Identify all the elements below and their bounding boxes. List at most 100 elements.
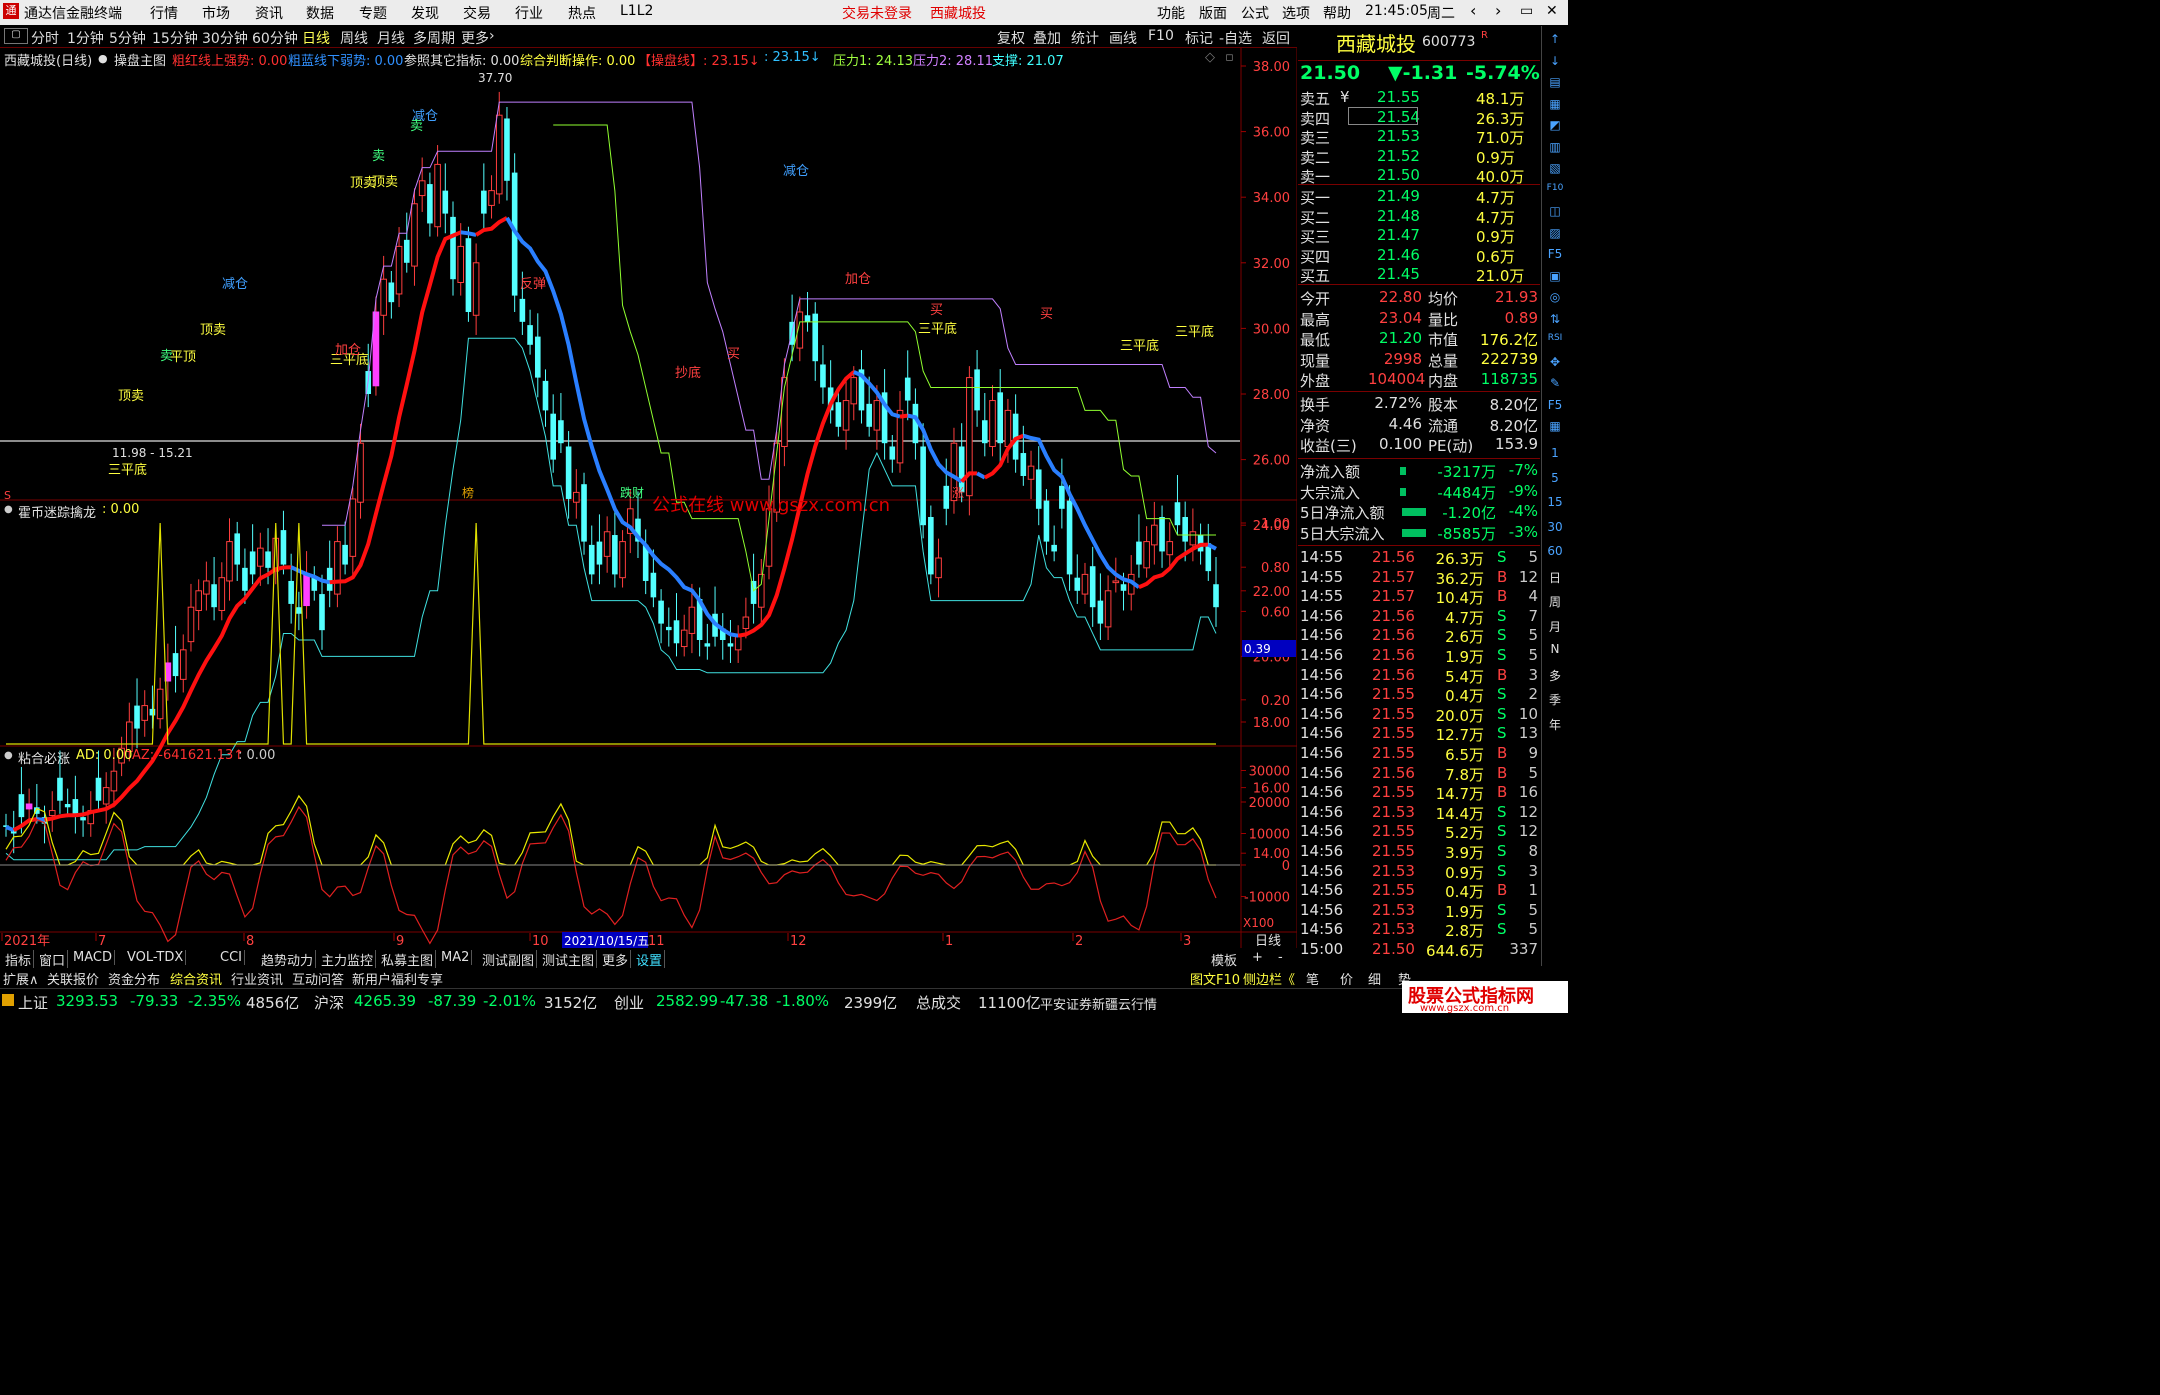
period-15min[interactable]: 15分钟 bbox=[152, 28, 198, 48]
tool-season-icon[interactable]: 季 bbox=[1544, 691, 1566, 708]
tool-down-icon[interactable]: ↓ bbox=[1544, 54, 1566, 68]
tool-chart-icon[interactable]: ▧ bbox=[1544, 161, 1566, 175]
info-tab-6[interactable]: 新用户福利专享 bbox=[352, 969, 443, 988]
info-tab-2[interactable]: 资金分布 bbox=[108, 969, 160, 988]
chevron-right-icon[interactable]: › bbox=[489, 28, 495, 44]
menu-square-icon[interactable] bbox=[2, 994, 14, 1006]
tool-rsi-icon[interactable]: RSI bbox=[1544, 333, 1566, 343]
menu-banmian[interactable]: 版面 bbox=[1199, 3, 1227, 23]
tool-panel-icon[interactable]: ◫ bbox=[1544, 204, 1566, 218]
tool-5min-icon[interactable]: 5 bbox=[1544, 471, 1566, 485]
remove-window-button[interactable]: - bbox=[1278, 950, 1283, 965]
menu-l1l2[interactable]: L1L2 bbox=[620, 3, 653, 19]
indicator-tab-10[interactable]: 测试主图 bbox=[540, 950, 598, 969]
tool-year-icon[interactable]: 年 bbox=[1544, 716, 1566, 733]
restore-window-icon[interactable]: ▭ bbox=[1520, 3, 1533, 19]
btn-f10[interactable]: F10 bbox=[1148, 28, 1174, 44]
sz-label[interactable]: 沪深 bbox=[314, 992, 344, 1013]
btn-fuquan[interactable]: 复权 bbox=[997, 28, 1025, 48]
sh-label[interactable]: 上证 bbox=[18, 992, 48, 1013]
tool-f5b-icon[interactable]: F5 bbox=[1544, 398, 1566, 412]
btn-biaoji[interactable]: 标记 bbox=[1185, 28, 1213, 48]
tool-day-icon[interactable]: 日 bbox=[1544, 569, 1566, 586]
period-more[interactable]: 更多 bbox=[461, 28, 489, 48]
indicator-tab-4[interactable]: CCI bbox=[218, 950, 245, 965]
period-fenshi[interactable]: 分时 bbox=[31, 28, 59, 48]
period-1min[interactable]: 1分钟 bbox=[67, 28, 104, 48]
btn-diejia[interactable]: 叠加 bbox=[1033, 28, 1061, 48]
tool-table-icon[interactable]: ▥ bbox=[1544, 140, 1566, 154]
menu-gongshi[interactable]: 公式 bbox=[1241, 3, 1269, 23]
menu-gongneng[interactable]: 功能 bbox=[1157, 3, 1185, 23]
period-daily[interactable]: 日线 bbox=[302, 28, 330, 48]
forward-arrow-icon[interactable]: › bbox=[1495, 1, 1501, 20]
tool-sort-icon[interactable]: ⇅ bbox=[1544, 312, 1566, 326]
template-button[interactable]: 模板 bbox=[1211, 950, 1237, 969]
add-window-button[interactable]: + bbox=[1252, 950, 1263, 965]
side-tab-4[interactable]: 细 bbox=[1368, 969, 1381, 988]
side-tab-1[interactable]: 侧边栏《 bbox=[1243, 969, 1295, 988]
info-tab-1[interactable]: 关联报价 bbox=[47, 969, 99, 988]
kline-chart[interactable]: 38.0036.0034.0032.0030.0028.0026.0024.00… bbox=[0, 48, 1297, 948]
tool-up-icon[interactable]: ↑ bbox=[1544, 32, 1566, 46]
btn-huaxian[interactable]: 画线 bbox=[1109, 28, 1137, 48]
tool-pen-icon[interactable]: ✎ bbox=[1544, 376, 1566, 390]
info-tab-0[interactable]: 扩展∧ bbox=[3, 969, 39, 988]
indicator-tab-7[interactable]: 私募主图 bbox=[379, 950, 437, 969]
btn-tongji[interactable]: 统计 bbox=[1071, 28, 1099, 48]
menu-shuju[interactable]: 数据 bbox=[306, 3, 334, 23]
tool-15min-icon[interactable]: 15 bbox=[1544, 495, 1566, 509]
menu-faxian[interactable]: 发现 bbox=[411, 3, 439, 23]
period-multi[interactable]: 多周期 bbox=[413, 28, 455, 48]
side-tab-2[interactable]: 笔 bbox=[1306, 969, 1319, 988]
indicator-tab-1[interactable]: 窗口 bbox=[37, 950, 69, 969]
tool-grid-icon[interactable]: ▦ bbox=[1544, 97, 1566, 111]
menu-redian[interactable]: 热点 bbox=[568, 3, 596, 23]
info-tab-5[interactable]: 互动问答 bbox=[292, 969, 344, 988]
close-window-icon[interactable]: ✕ bbox=[1546, 3, 1558, 19]
menu-zhuanti[interactable]: 专题 bbox=[359, 3, 387, 23]
sub1-title[interactable]: 霍币迷踪擒龙 bbox=[18, 502, 96, 521]
tool-block-icon[interactable]: ▨ bbox=[1544, 226, 1566, 240]
indicator-tab-0[interactable]: 指标 bbox=[3, 950, 35, 969]
login-status[interactable]: 交易未登录 bbox=[842, 3, 912, 23]
tool-f10-icon[interactable]: F10 bbox=[1544, 183, 1566, 193]
tool-circle-icon[interactable]: ◎ bbox=[1544, 290, 1566, 304]
period-5min[interactable]: 5分钟 bbox=[109, 28, 146, 48]
tool-f5-icon[interactable]: F5 bbox=[1544, 247, 1566, 261]
indicator-tab-9[interactable]: 测试副图 bbox=[480, 950, 538, 969]
period-30min[interactable]: 30分钟 bbox=[202, 28, 248, 48]
tool-week-icon[interactable]: 周 bbox=[1544, 593, 1566, 610]
sub1-gear-icon[interactable]: ● bbox=[4, 504, 13, 515]
tool-month-icon[interactable]: 月 bbox=[1544, 618, 1566, 635]
period-60min[interactable]: 60分钟 bbox=[252, 28, 298, 48]
btn-fanhui[interactable]: 返回 bbox=[1262, 28, 1290, 48]
sub2-title[interactable]: 粘合必涨 bbox=[18, 748, 70, 767]
info-tab-4[interactable]: 行业资讯 bbox=[231, 969, 283, 988]
menu-xuanxiang[interactable]: 选项 bbox=[1282, 3, 1310, 23]
side-tab-3[interactable]: 价 bbox=[1340, 969, 1353, 988]
menu-bangzhu[interactable]: 帮助 bbox=[1323, 3, 1351, 23]
period-weekly[interactable]: 周线 bbox=[340, 28, 368, 48]
tool-grid2-icon[interactable]: ▦ bbox=[1544, 419, 1566, 433]
indicator-tab-12[interactable]: 设置 bbox=[634, 950, 666, 969]
info-tab-3[interactable]: 综合资讯 bbox=[170, 969, 222, 988]
list-toggle-icon[interactable]: ▢ bbox=[4, 28, 28, 44]
tool-window-icon[interactable]: ◩ bbox=[1544, 118, 1566, 132]
menu-jiaoyi[interactable]: 交易 bbox=[463, 3, 491, 23]
indicator-tab-3[interactable]: VOL-TDX bbox=[125, 950, 187, 965]
sub2-gear-icon[interactable]: ● bbox=[4, 750, 13, 761]
indicator-tab-8[interactable]: MA2 bbox=[439, 950, 473, 965]
tool-multi-icon[interactable]: 多 bbox=[1544, 667, 1566, 684]
back-arrow-icon[interactable]: ‹ bbox=[1470, 1, 1476, 20]
tool-30min-icon[interactable]: 30 bbox=[1544, 520, 1566, 534]
tool-list-icon[interactable]: ▤ bbox=[1544, 75, 1566, 89]
tool-box-icon[interactable]: ▣ bbox=[1544, 269, 1566, 283]
tool-move-icon[interactable]: ✥ bbox=[1544, 355, 1566, 369]
menu-hangye[interactable]: 行业 bbox=[515, 3, 543, 23]
indicator-tab-5[interactable]: 趋势动力 bbox=[259, 950, 317, 969]
menu-zixun[interactable]: 资讯 bbox=[255, 3, 283, 23]
indicator-tab-6[interactable]: 主力监控 bbox=[319, 950, 377, 969]
sub-chart-2[interactable]: 30000 20000 10000 0 -10000 X100 bbox=[0, 765, 1290, 945]
menu-shichang[interactable]: 市场 bbox=[202, 3, 230, 23]
